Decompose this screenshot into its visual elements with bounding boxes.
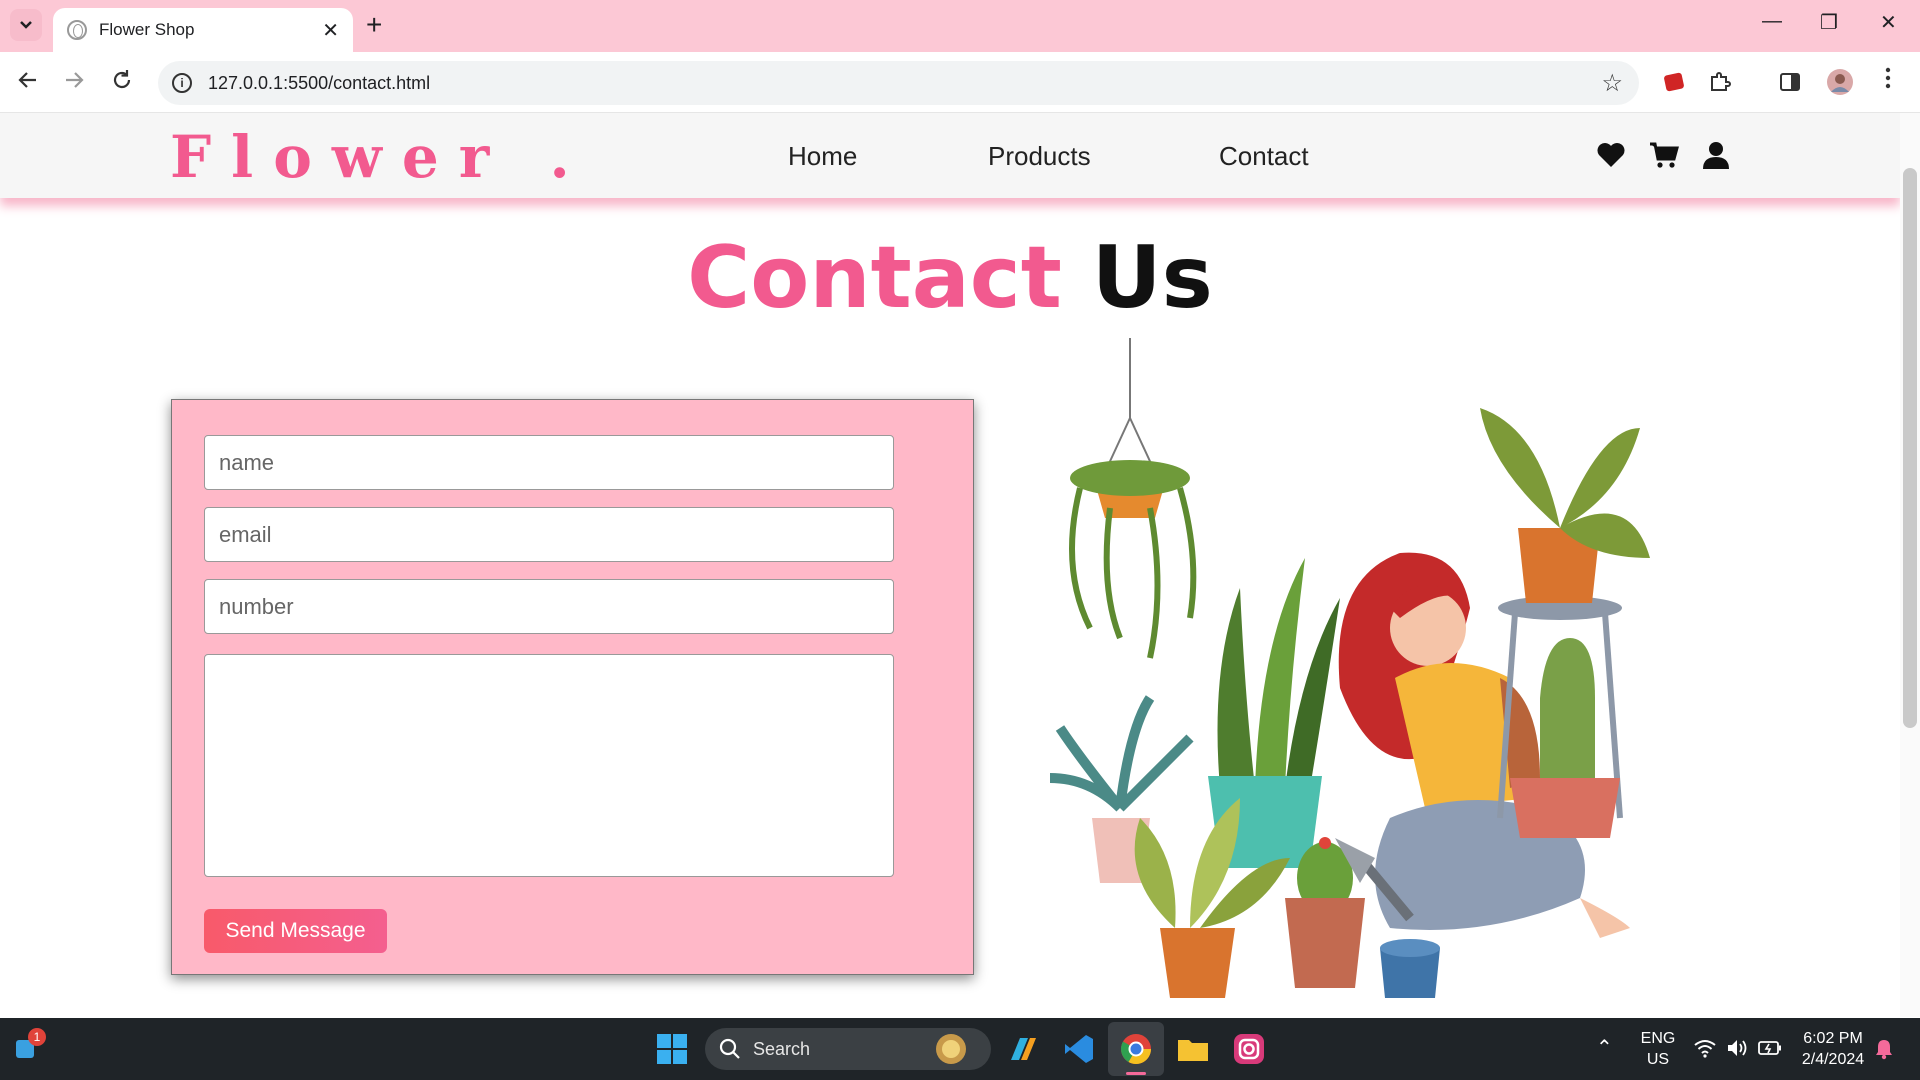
arrow-right-icon <box>66 72 84 88</box>
windows-taskbar: 1 Search ⌃ ENG US 6:02 PM 2/4/2024 <box>0 1018 1920 1080</box>
stand-plant <box>1480 408 1650 838</box>
send-message-button[interactable]: Send Message <box>204 909 387 953</box>
contact-form: Send Message <box>171 399 974 975</box>
copilot-icon[interactable] <box>1006 1032 1040 1066</box>
language-indicator[interactable]: ENG US <box>1638 1028 1678 1070</box>
show-hidden-icons[interactable]: ⌃ <box>1596 1038 1613 1059</box>
search-highlight-icon <box>936 1034 966 1064</box>
title-rest: Us <box>1091 228 1213 328</box>
browser-tab-bar: Flower Shop ✕ + — ❐ ✕ <box>0 0 1920 52</box>
tab-flower-shop[interactable]: Flower Shop ✕ <box>53 8 353 52</box>
tab-title: Flower Shop <box>99 20 195 39</box>
nav-products[interactable]: Products <box>988 141 1091 172</box>
number-field[interactable] <box>204 579 894 634</box>
profile-avatar[interactable] <box>1826 68 1854 96</box>
file-explorer-icon[interactable] <box>1176 1032 1210 1066</box>
tab-search-button[interactable] <box>10 9 42 41</box>
nav-contact[interactable]: Contact <box>1219 141 1309 172</box>
window-close-button[interactable]: ✕ <box>1880 10 1897 35</box>
scrollbar-thumb[interactable] <box>1903 168 1917 728</box>
browser-menu-button[interactable] <box>1884 66 1892 95</box>
kebab-menu-icon <box>1885 67 1891 89</box>
chevron-down-icon <box>20 21 32 29</box>
language-label: ENG <box>1640 1030 1676 1047</box>
web-page: Flower . Home Products Contact Contact U… <box>0 113 1900 1017</box>
search-label: Search <box>753 1038 811 1059</box>
site-logo[interactable]: Flower . <box>170 123 590 191</box>
fern-plant <box>1049 695 1194 883</box>
notification-badge: 1 <box>28 1028 46 1046</box>
forward-button[interactable] <box>62 68 86 97</box>
battery-icon[interactable] <box>1758 1040 1782 1056</box>
date-label: 2/4/2024 <box>1801 1051 1865 1068</box>
puzzle-extensions-icon[interactable] <box>1708 70 1732 94</box>
start-button[interactable] <box>656 1033 688 1070</box>
region-label: US <box>1646 1051 1670 1068</box>
widgets-button[interactable]: 1 <box>14 1028 46 1060</box>
chrome-taskbar-button[interactable] <box>1108 1022 1164 1076</box>
volume-icon[interactable] <box>1726 1038 1748 1058</box>
title-accent: Contact <box>687 228 1062 328</box>
reload-button[interactable] <box>110 68 134 97</box>
browser-toolbar: i 127.0.0.1:5500/contact.html ☆ <box>0 52 1920 113</box>
heart-icon[interactable] <box>1595 139 1627 171</box>
reload-icon <box>113 70 131 89</box>
site-header: Flower . Home Products Contact <box>0 113 1900 198</box>
name-field[interactable] <box>204 435 894 490</box>
nav-home[interactable]: Home <box>788 141 857 172</box>
globe-icon <box>67 20 87 40</box>
wifi-icon[interactable] <box>1694 1038 1716 1058</box>
clock[interactable]: 6:02 PM 2/4/2024 <box>1796 1028 1870 1070</box>
windows-logo-icon <box>657 1034 687 1064</box>
hanging-plant <box>1069 338 1197 659</box>
message-textarea[interactable] <box>204 654 894 877</box>
email-field[interactable] <box>204 507 894 562</box>
side-panel-icon[interactable] <box>1778 70 1802 94</box>
site-info-icon[interactable]: i <box>172 73 192 93</box>
tab-close-button[interactable]: ✕ <box>322 18 339 43</box>
chrome-icon <box>1120 1034 1151 1065</box>
back-button[interactable] <box>16 68 40 97</box>
instagram-icon[interactable] <box>1232 1032 1266 1066</box>
url-text[interactable]: 127.0.0.1:5500/contact.html <box>208 73 1601 94</box>
bookmark-star-icon[interactable]: ☆ <box>1601 69 1623 98</box>
minimize-button[interactable]: — <box>1762 10 1782 33</box>
vscode-icon[interactable] <box>1062 1032 1096 1066</box>
restore-button[interactable]: ❐ <box>1820 10 1838 35</box>
extension-red-icon[interactable] <box>1662 70 1686 94</box>
arrow-left-icon <box>18 72 36 88</box>
bell-icon[interactable] <box>1874 1038 1894 1060</box>
new-tab-button[interactable]: + <box>366 10 382 40</box>
taskbar-search[interactable]: Search <box>705 1028 991 1070</box>
address-bar[interactable]: i 127.0.0.1:5500/contact.html ☆ <box>158 61 1639 105</box>
user-icon[interactable] <box>1700 139 1732 171</box>
gardening-illustration <box>1049 338 1650 998</box>
cart-icon[interactable] <box>1648 139 1680 171</box>
search-icon <box>719 1038 740 1059</box>
time-label: 6:02 PM <box>1803 1030 1863 1047</box>
page-scrollbar[interactable] <box>1900 113 1920 1017</box>
page-title: Contact Us <box>0 228 1900 328</box>
